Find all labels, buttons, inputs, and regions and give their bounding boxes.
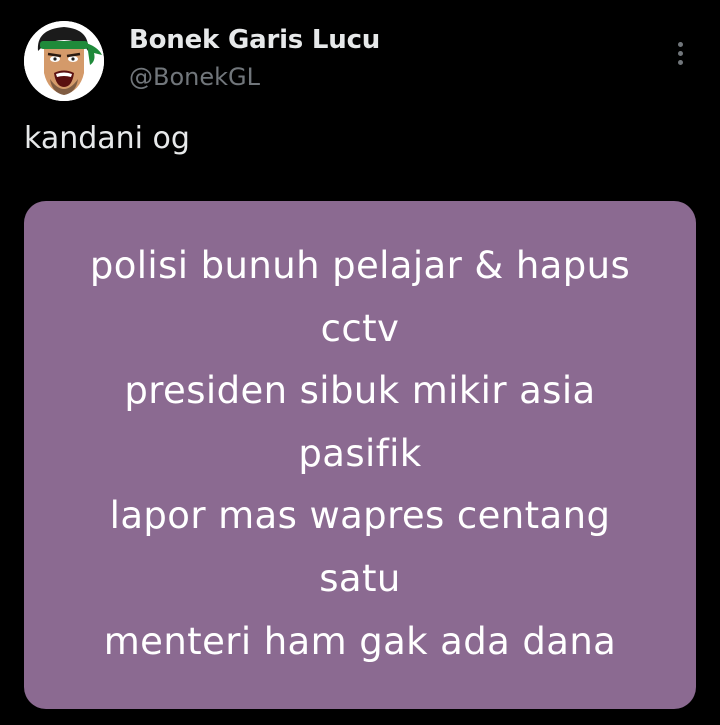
avatar-icon bbox=[24, 21, 104, 101]
more-vertical-icon-dot bbox=[677, 50, 683, 56]
author-display-name[interactable]: Bonek Garis Lucu bbox=[129, 25, 380, 55]
author-handle[interactable]: @BonekGL bbox=[129, 63, 260, 91]
more-options-button[interactable] bbox=[664, 36, 696, 70]
media-text-line: lapor mas wapres centang bbox=[109, 494, 611, 538]
more-vertical-icon-dot bbox=[677, 59, 683, 65]
media-text-line: pasifik bbox=[298, 431, 422, 475]
avatar[interactable] bbox=[24, 21, 104, 101]
media-text-line: polisi bunuh pelajar & hapus bbox=[89, 244, 631, 287]
media-text-line: cctv bbox=[320, 306, 400, 350]
more-vertical-icon bbox=[677, 41, 683, 47]
tweet-media-image[interactable]: polisi bunuh pelajar & hapus cctv presid… bbox=[24, 201, 696, 709]
media-text-line: menteri ham gak ada dana bbox=[103, 619, 617, 663]
media-text-line: satu bbox=[319, 556, 401, 600]
tweet-text: kandani og bbox=[24, 121, 190, 156]
media-text-line: presiden sibuk mikir asia bbox=[124, 369, 596, 413]
